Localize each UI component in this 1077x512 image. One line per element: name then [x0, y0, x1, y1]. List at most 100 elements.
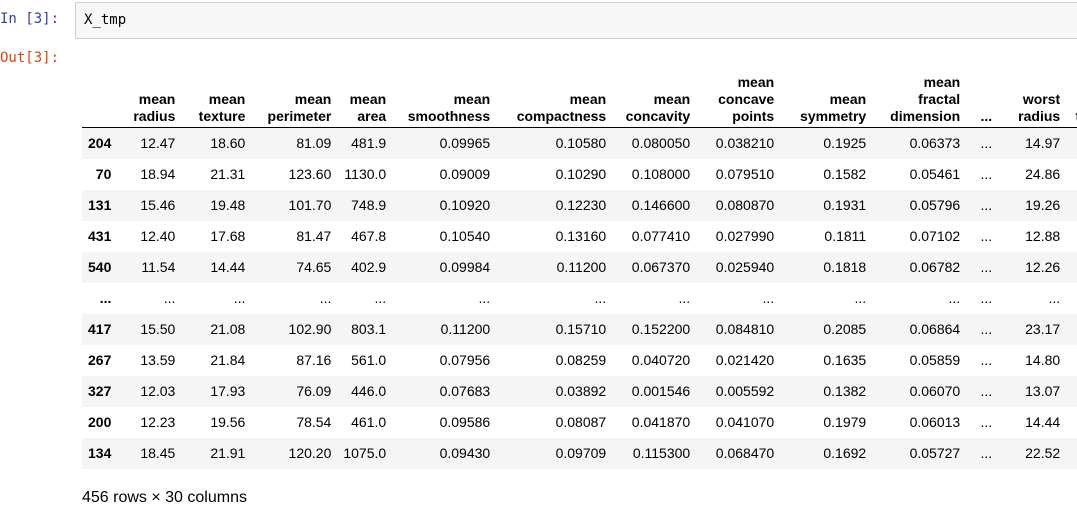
- table-cell: 1130.0: [344, 166, 387, 182]
- table-cell: 17.68: [210, 228, 246, 244]
- table-cell: 19.68: [1066, 252, 1077, 283]
- table-cell: 0.10540: [439, 228, 491, 244]
- table-cell: ...: [319, 290, 332, 306]
- table-cell: 467.8: [351, 228, 387, 244]
- table-cell: 23.17: [1025, 321, 1061, 337]
- row-index: 431: [88, 228, 112, 244]
- row-index: 327: [88, 383, 112, 399]
- table-cell: 0.084810: [715, 321, 775, 337]
- row-index: 70: [95, 166, 112, 182]
- dataframe-shape-summary: 456 rows × 30 columns: [82, 489, 247, 506]
- code-input-area[interactable]: X_tmp: [75, 2, 1077, 39]
- table-cell: 0.040720: [631, 352, 691, 368]
- table-cell: ...: [980, 414, 993, 430]
- column-header: mean symmetry: [780, 68, 873, 128]
- table-cell: 0.09709: [555, 445, 607, 461]
- table-cell: 22.91: [1066, 221, 1077, 252]
- column-header: mean texture: [181, 68, 252, 128]
- table-cell: 0.038210: [715, 135, 775, 152]
- table-cell: 0.2085: [823, 321, 867, 337]
- table-cell: 0.08259: [555, 352, 607, 368]
- table-cell: 0.152200: [631, 321, 691, 337]
- table-cell: ...: [980, 197, 993, 213]
- column-header: worst texture: [1066, 68, 1077, 128]
- table-cell: 120.20: [288, 445, 332, 461]
- input-prompt: In [3]:: [0, 11, 60, 27]
- table-cell: 0.067370: [631, 259, 691, 275]
- table-cell: 0.06782: [909, 259, 961, 275]
- table-cell: 21.31: [210, 166, 246, 182]
- table-cell: 18.94: [140, 166, 176, 182]
- table-cell: 12.47: [140, 135, 176, 152]
- table-cell: 0.08087: [555, 414, 607, 430]
- table-cell: 78.54: [296, 414, 332, 430]
- table-cell: 748.9: [351, 197, 387, 213]
- table-cell: 0.06070: [909, 383, 961, 399]
- table-cell: ...: [1066, 283, 1077, 314]
- table-cell: 0.1382: [823, 383, 867, 399]
- column-header: mean area: [337, 68, 393, 128]
- table-cell: 14.44: [1025, 414, 1061, 430]
- table-cell: 14.97: [1025, 135, 1061, 152]
- row-index: 134: [88, 445, 112, 461]
- table-cell: 123.60: [288, 166, 332, 182]
- table-row: 200 12.23 19.56 78.54 461.0 0.09586 0.08087 0.0…: [82, 407, 1077, 438]
- table-cell: 0.080870: [715, 197, 775, 213]
- table-cell: 31.39: [1066, 438, 1077, 469]
- table-cell: 0.1925: [823, 135, 867, 152]
- table-cell: 0.1931: [823, 197, 867, 213]
- row-index: 200: [88, 414, 112, 430]
- table-cell: ...: [980, 135, 993, 152]
- table-cell: 0.146600: [631, 197, 691, 213]
- dataframe-table: mean radius mean texture mean perimeter mea…: [82, 68, 1077, 469]
- table-cell: 0.080050: [631, 135, 691, 152]
- table-cell: 461.0: [351, 414, 387, 430]
- header-row: mean radius mean texture mean perimeter mea…: [82, 68, 1077, 128]
- table-row: 267 13.59 21.84 87.16 561.0 0.07956 0.08259 0.0…: [82, 345, 1077, 376]
- table-cell: 12.88: [1025, 228, 1061, 244]
- table-row: 204 12.47 18.60 81.09 481.9 0.09965 0.10580 0.0…: [82, 127, 1077, 159]
- table-cell: 0.115300: [632, 445, 691, 461]
- table-cell: 81.47: [296, 228, 332, 244]
- row-index: 267: [88, 352, 112, 368]
- table-cell: 12.26: [1025, 259, 1061, 275]
- table-cell: 12.40: [140, 228, 176, 244]
- table-cell: 0.1582: [823, 166, 867, 182]
- table-cell: 0.005592: [715, 383, 775, 399]
- code-text: X_tmp: [84, 12, 127, 28]
- table-cell: 0.07102: [909, 228, 961, 244]
- table-cell: 0.10580: [555, 135, 607, 152]
- table-cell: 446.0: [351, 383, 387, 399]
- table-cell: 76.09: [296, 383, 332, 399]
- table-cell: 21.08: [210, 321, 246, 337]
- table-cell: 21.84: [210, 352, 246, 368]
- table-cell: ...: [374, 290, 387, 306]
- table-cell: ...: [594, 290, 607, 306]
- row-index: 131: [88, 197, 112, 213]
- table-cell: 19.56: [210, 414, 246, 430]
- table-cell: 22.25: [1066, 376, 1077, 407]
- table-cell: 26.58: [1066, 159, 1077, 190]
- table-cell: 17.93: [210, 383, 246, 399]
- table-row: 540 11.54 14.44 74.65 402.9 0.09984 0.11200 0.0…: [82, 251, 1077, 283]
- row-index: 204: [88, 135, 112, 152]
- column-header: mean compactness: [496, 68, 613, 128]
- table-cell: 22.52: [1025, 445, 1061, 461]
- table-cell: 14.44: [210, 259, 246, 275]
- table-row: 70 18.94 21.31 123.60 1130.0 0.09009 0.10290 0.…: [82, 159, 1077, 190]
- table-cell: 102.90: [288, 321, 332, 337]
- table-cell: 0.021420: [715, 352, 775, 368]
- table-cell: ...: [980, 259, 993, 275]
- table-cell: ...: [163, 290, 176, 306]
- table-cell: 0.05727: [909, 445, 961, 461]
- table-cell: 0.041070: [715, 414, 775, 430]
- table-cell: 0.09586: [439, 414, 491, 430]
- table-cell: 13.59: [140, 352, 176, 368]
- table-cell: 0.068470: [715, 445, 775, 461]
- row-index: 417: [88, 321, 112, 337]
- table-cell: ...: [980, 383, 993, 399]
- table-cell: ...: [478, 290, 491, 306]
- table-cell: 19.26: [1025, 197, 1061, 213]
- table-cell: 18.45: [140, 445, 176, 461]
- table-cell: 13.07: [1025, 383, 1061, 399]
